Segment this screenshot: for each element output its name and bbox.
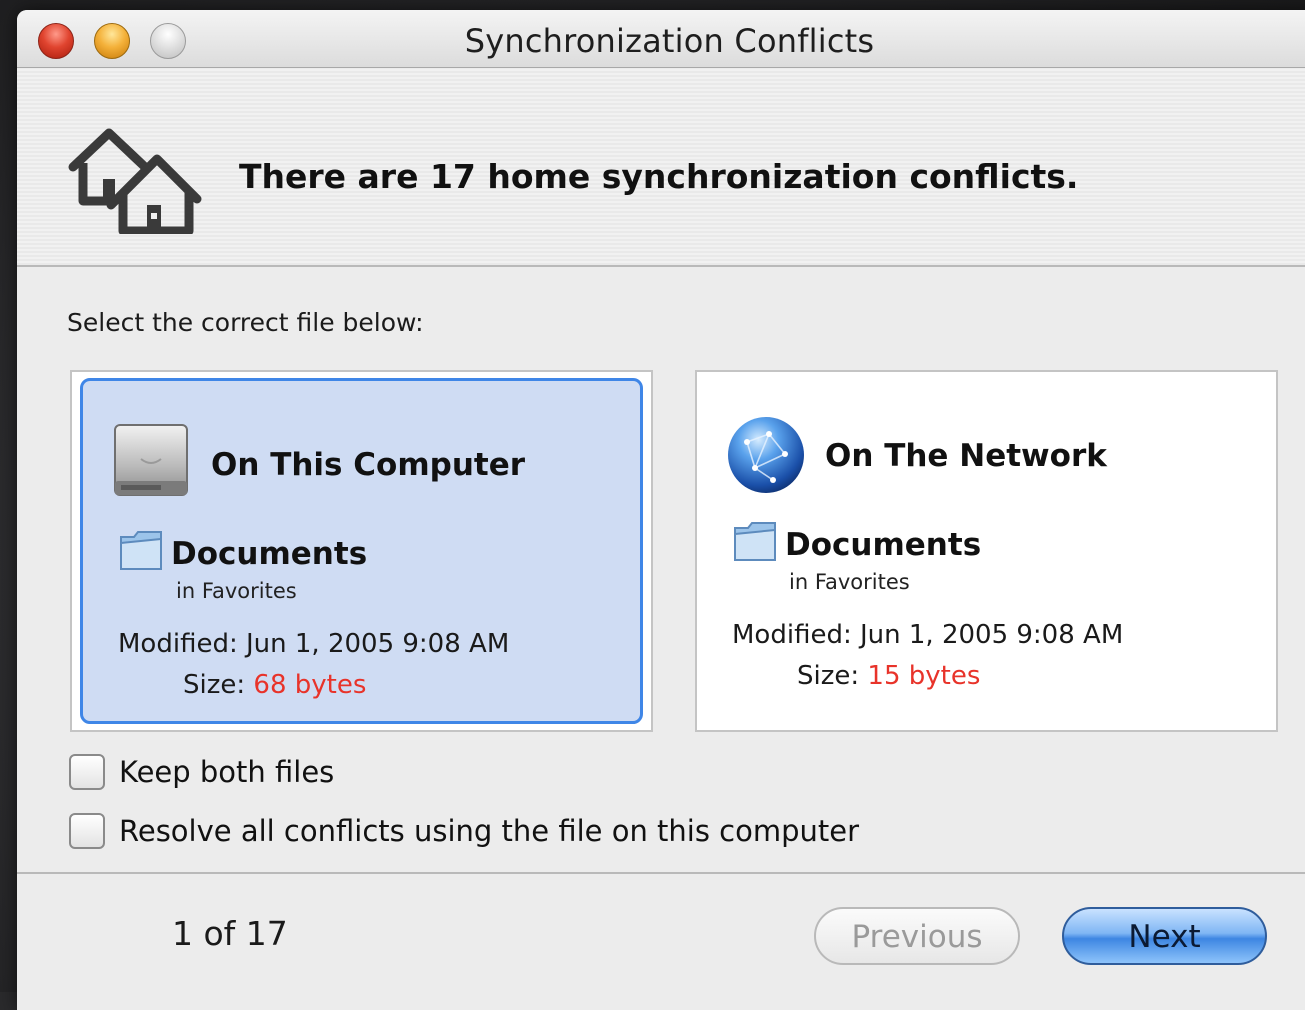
file-location: in Favorites bbox=[176, 579, 297, 603]
resolve-all-checkbox[interactable] bbox=[69, 813, 105, 849]
file-location: in Favorites bbox=[789, 570, 910, 594]
network-file-option[interactable]: On The Network Documents in Favorites Mo… bbox=[695, 370, 1278, 732]
keep-both-option[interactable]: Keep both files bbox=[69, 753, 334, 791]
size-value: 68 bytes bbox=[253, 670, 367, 700]
folder-icon bbox=[120, 531, 162, 570]
modified-info: Modified: Jun 1, 2005 9:08 AM bbox=[118, 629, 509, 659]
size-value: 15 bytes bbox=[867, 661, 981, 691]
size-info: Size: 15 bytes bbox=[797, 661, 980, 691]
modified-info: Modified: Jun 1, 2005 9:08 AM bbox=[732, 620, 1123, 650]
modified-label: Modified: bbox=[732, 620, 852, 650]
conflict-header: There are 17 home synchronization confli… bbox=[17, 69, 1305, 267]
size-label: Size: bbox=[183, 670, 246, 700]
file-name: Documents bbox=[785, 527, 982, 563]
size-info: Size: 68 bytes bbox=[183, 670, 366, 700]
footer-bar: 1 of 17 Previous Next bbox=[17, 872, 1305, 1010]
modified-value: Jun 1, 2005 9:08 AM bbox=[245, 629, 510, 659]
hard-drive-icon bbox=[114, 424, 188, 496]
previous-button[interactable]: Previous bbox=[814, 907, 1020, 965]
next-button[interactable]: Next bbox=[1062, 907, 1267, 965]
instruction-text: Select the correct file below: bbox=[67, 308, 424, 337]
window-title: Synchronization Conflicts bbox=[464, 22, 875, 60]
conflict-counter: 1 of 17 bbox=[172, 914, 288, 953]
conflict-count-message: There are 17 home synchronization confli… bbox=[239, 157, 1079, 196]
source-label: On The Network bbox=[825, 438, 1107, 474]
selection-highlight: On This Computer Documents in Favorites … bbox=[80, 378, 643, 724]
network-globe-icon bbox=[728, 417, 804, 493]
title-bar[interactable]: Synchronization Conflicts bbox=[17, 10, 1305, 68]
panel-content: On The Network Documents in Favorites Mo… bbox=[697, 372, 1276, 730]
modified-label: Modified: bbox=[118, 629, 238, 659]
keep-both-label[interactable]: Keep both files bbox=[119, 755, 334, 789]
modified-value: Jun 1, 2005 9:08 AM bbox=[859, 620, 1124, 650]
home-sync-icon bbox=[68, 128, 202, 234]
source-label: On This Computer bbox=[211, 447, 526, 483]
local-file-option[interactable]: On This Computer Documents in Favorites … bbox=[70, 370, 653, 732]
resolve-all-option[interactable]: Resolve all conflicts using the file on … bbox=[69, 812, 859, 850]
file-name: Documents bbox=[171, 536, 368, 572]
keep-both-checkbox[interactable] bbox=[69, 754, 105, 790]
size-label: Size: bbox=[797, 661, 860, 691]
folder-icon bbox=[734, 522, 776, 561]
resolve-all-label[interactable]: Resolve all conflicts using the file on … bbox=[119, 814, 859, 848]
sync-conflicts-window: Synchronization Conflicts There are 17 h… bbox=[17, 10, 1305, 1010]
